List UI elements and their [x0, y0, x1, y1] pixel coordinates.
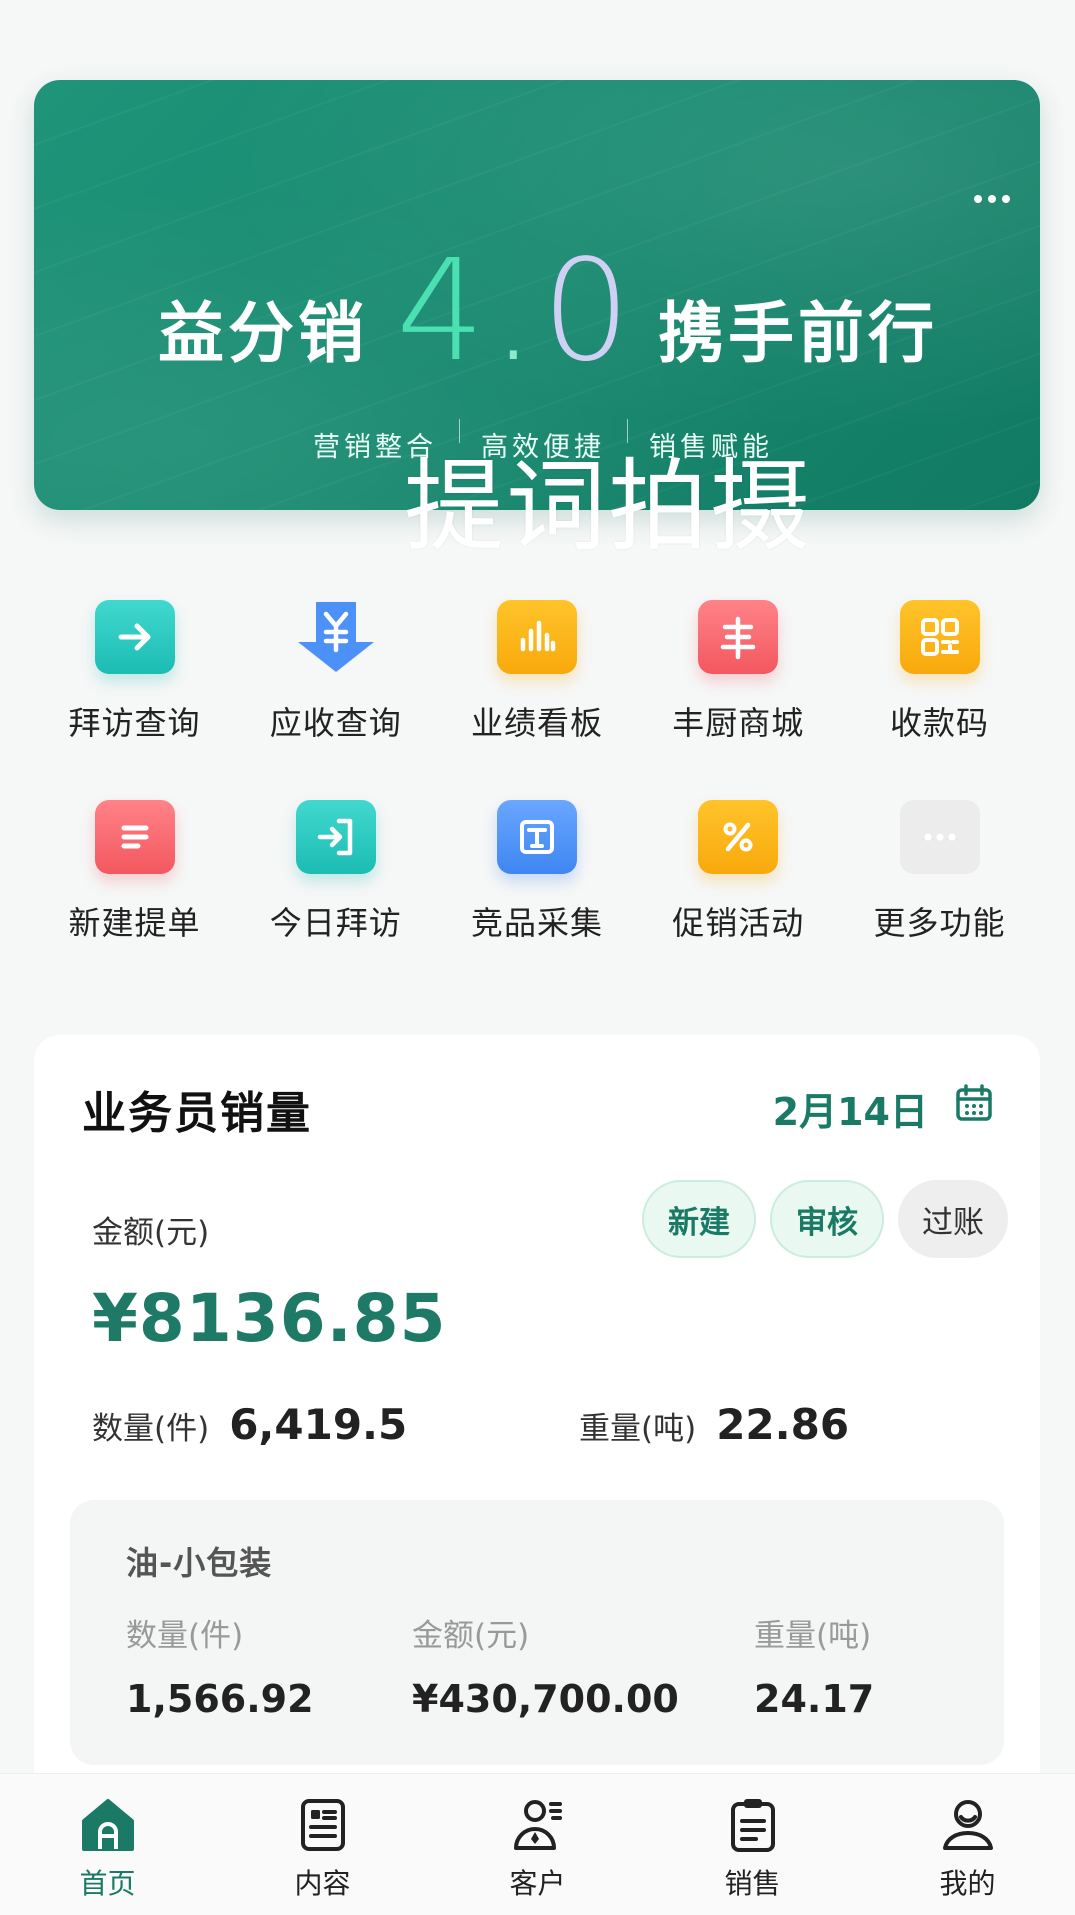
action-today-visit[interactable]: 今日拜访 — [235, 790, 436, 990]
calendar-icon[interactable] — [954, 1083, 994, 1123]
category-amount-label: 金额(元) — [412, 1618, 530, 1654]
version-digit: 4 — [396, 230, 492, 393]
action-label: 竞品采集 — [470, 904, 603, 942]
tab-mine[interactable]: 我的 — [868, 1774, 1068, 1915]
arrow-right-icon — [94, 600, 175, 674]
qr-code-icon — [899, 600, 980, 674]
action-label: 新建提单 — [68, 904, 201, 942]
category-quantity-value: 1,566.92 — [126, 1677, 314, 1721]
profile-icon — [942, 1800, 993, 1850]
yuan-arrow-down-icon — [296, 600, 376, 674]
status-filter-pills: 新建 审核 过账 — [642, 1180, 1008, 1258]
action-label: 今日拜访 — [269, 904, 402, 942]
action-promotion[interactable]: 促销活动 — [638, 790, 839, 990]
quantity-label: 数量(件) — [92, 1411, 210, 1447]
tab-label: 我的 — [939, 1867, 996, 1900]
action-label: 应收查询 — [269, 704, 402, 742]
action-label: 丰厨商城 — [672, 704, 805, 742]
tab-sales[interactable]: 销售 — [653, 1774, 853, 1915]
category-breakdown[interactable]: 油-小包装 数量(件) 1,566.92 金额(元) ¥430,700.00 重… — [70, 1500, 1004, 1765]
filter-posted-button[interactable]: 过账 — [898, 1180, 1008, 1258]
action-label: 促销活动 — [672, 904, 805, 942]
category-amount-value: ¥430,700.00 — [412, 1677, 679, 1721]
action-receivable-query[interactable]: 应收查询 — [235, 590, 436, 790]
category-amount: 金额(元) ¥430,700.00 — [412, 1610, 679, 1721]
feng-char-icon — [698, 600, 779, 674]
tab-label: 销售 — [724, 1867, 781, 1900]
filter-review-button[interactable]: 审核 — [770, 1180, 884, 1258]
tab-label: 首页 — [79, 1867, 136, 1900]
quantity-value: 6,419.5 — [229, 1400, 408, 1449]
category-quantity: 数量(件) 1,566.92 — [126, 1610, 314, 1721]
banner-version: 4.0 — [396, 230, 637, 393]
category-title: 油-小包装 — [126, 1544, 273, 1582]
category-weight-label: 重量(吨) — [754, 1618, 872, 1654]
action-payment-code[interactable]: 收款码 — [839, 590, 1040, 790]
category-quantity-label: 数量(件) — [126, 1618, 244, 1654]
action-performance-board[interactable]: 业绩看板 — [437, 590, 638, 790]
date-selector[interactable]: 2月14日 — [773, 1081, 928, 1136]
bottom-tab-bar: 首页 内容 客户 销售 我的 — [0, 1773, 1075, 1915]
tab-label: 客户 — [509, 1867, 566, 1900]
tab-home[interactable]: 首页 — [8, 1774, 208, 1915]
category-weight-value: 24.17 — [754, 1677, 875, 1721]
percent-ticket-icon — [698, 800, 779, 874]
action-new-order[interactable]: 新建提单 — [34, 790, 235, 990]
tab-content[interactable]: 内容 — [223, 1774, 423, 1915]
watermark-text: 提词拍摄 — [404, 448, 812, 565]
text-t-icon — [497, 800, 577, 874]
more-dots-icon[interactable] — [968, 188, 1010, 207]
action-label: 更多功能 — [873, 904, 1006, 942]
amount-label: 金额(元) — [92, 1215, 210, 1251]
bar-chart-icon — [497, 600, 577, 674]
action-fengchu-mall[interactable]: 丰厨商城 — [638, 590, 839, 790]
version-dot: . — [491, 230, 542, 393]
weight-value: 22.86 — [716, 1400, 850, 1449]
category-weight: 重量(吨) 24.17 — [754, 1610, 874, 1721]
login-arrow-icon — [295, 800, 376, 874]
banner-title-right: 携手前行 — [658, 295, 938, 372]
banner-headline: 益分销 4.0 携手前行 — [158, 230, 978, 393]
weight-stat: 重量(吨) 22.86 — [579, 1400, 849, 1449]
tab-customer[interactable]: 客户 — [438, 1774, 638, 1915]
action-label: 业绩看板 — [470, 704, 603, 742]
tab-label: 内容 — [294, 1867, 351, 1900]
action-label: 拜访查询 — [68, 704, 201, 742]
action-more-features[interactable]: 更多功能 — [839, 790, 1040, 990]
card-title: 业务员销量 — [82, 1088, 312, 1139]
clipboard-icon — [730, 1799, 775, 1852]
more-dots-icon — [899, 800, 980, 874]
home-icon — [81, 1799, 134, 1851]
filter-new-button[interactable]: 新建 — [642, 1180, 756, 1258]
action-visit-query[interactable]: 拜访查询 — [34, 590, 235, 790]
total-amount: ¥8136.85 — [92, 1280, 447, 1357]
action-label: 收款码 — [889, 704, 989, 742]
weight-label: 重量(吨) — [579, 1411, 697, 1447]
document-lines-icon — [94, 800, 175, 874]
action-competitor-collect[interactable]: 竞品采集 — [437, 790, 638, 990]
customer-icon — [513, 1800, 562, 1850]
version-zero: 0 — [541, 230, 637, 393]
document-icon — [300, 1799, 345, 1851]
quantity-stat: 数量(件) 6,419.5 — [92, 1400, 407, 1449]
quick-actions-grid: 拜访查询 应收查询 业绩看板 丰厨商城 收款码 新建提单 今日拜访 竞品采集 促… — [34, 590, 1040, 990]
banner-title-left: 益分销 — [158, 295, 368, 372]
salesperson-sales-card: 业务员销量 2月14日 金额(元) 新建 审核 过账 ¥8136.85 数量(件… — [34, 1035, 1040, 1795]
